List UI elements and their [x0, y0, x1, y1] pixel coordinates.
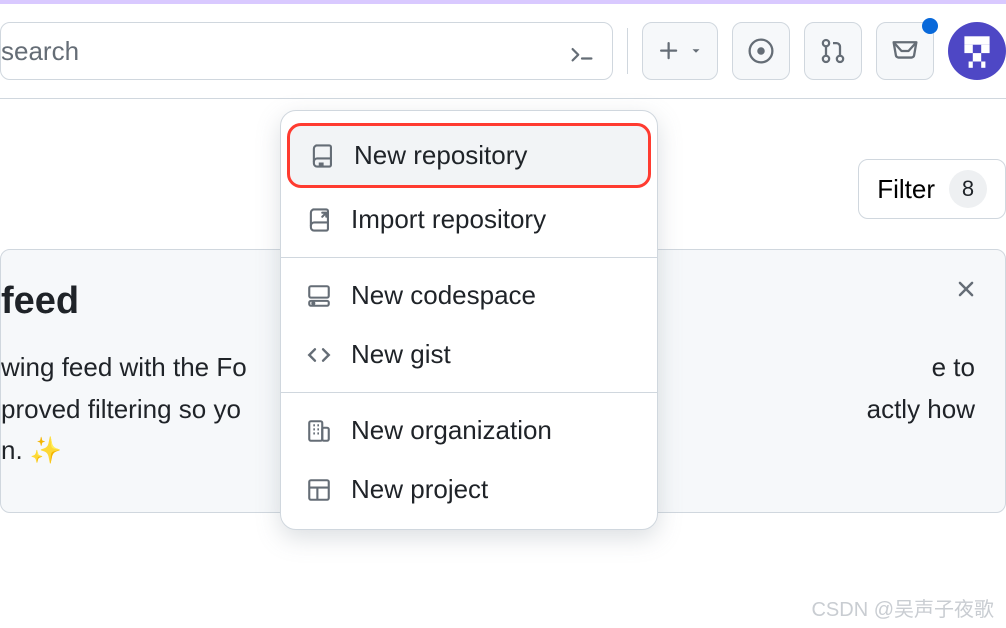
menu-separator	[281, 257, 657, 258]
project-icon	[305, 476, 333, 504]
menu-item-import-repository[interactable]: Import repository	[281, 190, 657, 249]
menu-item-label: Import repository	[351, 204, 546, 235]
close-icon[interactable]	[953, 276, 979, 307]
menu-item-new-gist[interactable]: New gist	[281, 325, 657, 384]
menu-item-label: New gist	[351, 339, 451, 370]
menu-item-new-repository[interactable]: New repository	[287, 123, 651, 188]
org-icon	[305, 417, 333, 445]
top-header: search	[0, 4, 1006, 99]
create-new-button[interactable]	[642, 22, 718, 80]
menu-item-new-organization[interactable]: New organization	[281, 401, 657, 460]
menu-item-label: New organization	[351, 415, 552, 446]
codespace-icon	[305, 282, 333, 310]
menu-separator	[281, 392, 657, 393]
watermark: CSDN @吴声子夜歌	[811, 593, 994, 622]
filter-count-badge: 8	[949, 170, 987, 208]
menu-item-label: New codespace	[351, 280, 536, 311]
search-input[interactable]: search	[0, 22, 613, 80]
menu-item-label: New project	[351, 474, 488, 505]
menu-item-new-project[interactable]: New project	[281, 460, 657, 519]
unread-indicator	[922, 18, 938, 34]
user-avatar[interactable]	[948, 22, 1006, 80]
filter-label: Filter	[877, 174, 935, 205]
search-placeholder: search	[1, 36, 560, 67]
repo-icon	[308, 142, 336, 170]
pull-requests-button[interactable]	[804, 22, 862, 80]
menu-item-label: New repository	[354, 140, 527, 171]
divider	[627, 28, 628, 74]
menu-item-new-codespace[interactable]: New codespace	[281, 266, 657, 325]
code-icon	[305, 341, 333, 369]
create-new-menu: New repository Import repository New cod…	[280, 110, 658, 530]
issues-button[interactable]	[732, 22, 790, 80]
command-palette-icon[interactable]	[560, 29, 604, 73]
filter-button[interactable]: Filter 8	[858, 159, 1006, 219]
import-icon	[305, 206, 333, 234]
